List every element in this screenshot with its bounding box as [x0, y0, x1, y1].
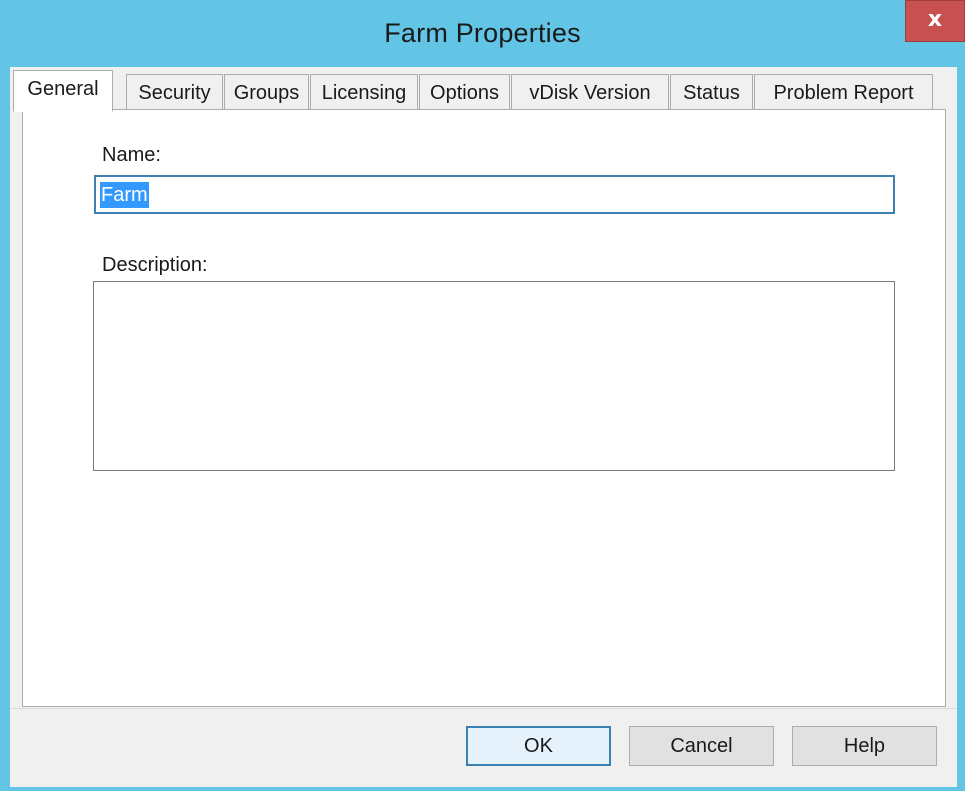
close-icon: x [927, 7, 943, 32]
description-label: Description: [102, 254, 208, 276]
help-button[interactable]: Help [792, 726, 937, 766]
close-button[interactable]: x [905, 0, 965, 42]
description-textarea[interactable] [93, 281, 895, 471]
cancel-button[interactable]: Cancel [629, 726, 774, 766]
general-tab-panel: Name: Farm Description: [22, 109, 946, 707]
footer-divider [10, 708, 957, 709]
tab-vdisk-version[interactable]: vDisk Version [511, 74, 669, 111]
tab-licensing[interactable]: Licensing [310, 74, 418, 111]
name-input-value: Farm [100, 181, 149, 208]
tab-problem-report[interactable]: Problem Report [754, 74, 933, 111]
name-input[interactable]: Farm [94, 175, 895, 214]
tab-groups[interactable]: Groups [224, 74, 309, 111]
tab-general[interactable]: General [13, 70, 113, 112]
tab-status[interactable]: Status [670, 74, 753, 111]
window-title: Farm Properties [384, 18, 581, 48]
tab-options[interactable]: Options [419, 74, 510, 111]
ok-button[interactable]: OK [466, 726, 611, 766]
name-label: Name: [102, 144, 161, 166]
tab-security[interactable]: Security [126, 74, 223, 111]
farm-properties-window: Farm Properties x General Security Group… [0, 0, 965, 791]
